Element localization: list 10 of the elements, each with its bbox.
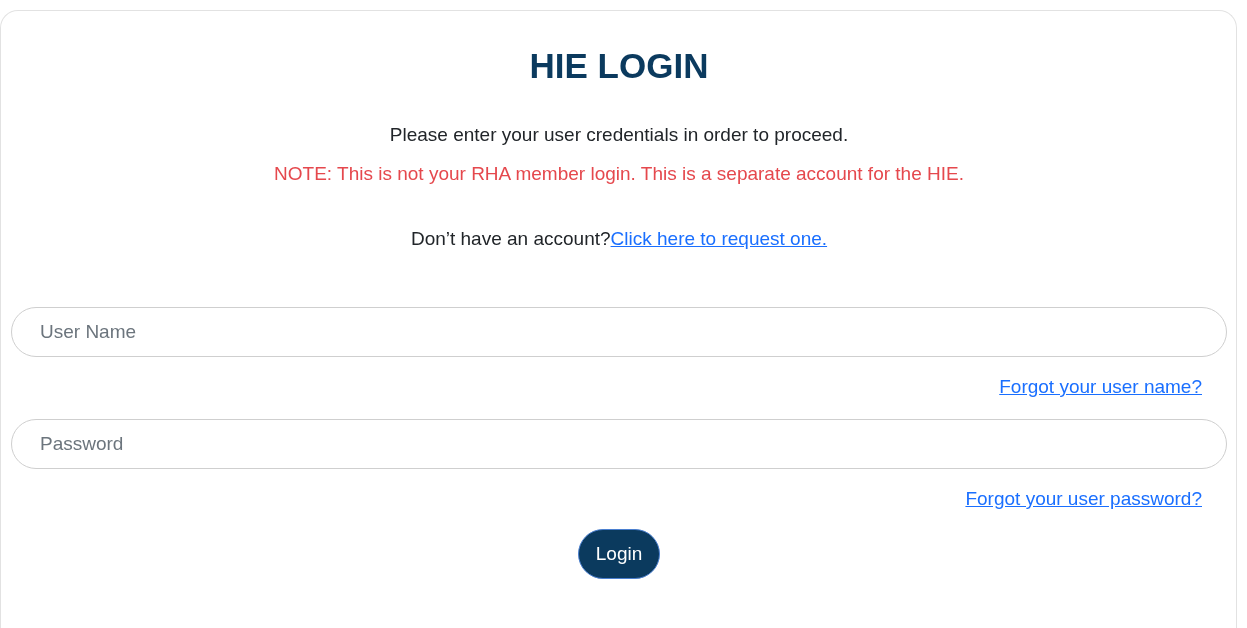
signup-prompt: Don’t have an account? — [410, 228, 611, 249]
forgot-link[interactable]: Forgot your user name? — [999, 376, 1202, 397]
forgot-link[interactable]: Forgot your user password? — [965, 488, 1202, 509]
input-field[interactable]: User Name — [11, 307, 1227, 357]
page-title: HIE LOGIN — [528, 45, 710, 87]
request-account-link[interactable]: Click here to request one. — [610, 228, 828, 249]
note-text: NOTE: This is not your RHA member login. This is a separate account for the HIE. — [273, 162, 965, 186]
input-field[interactable]: Password — [11, 419, 1227, 469]
login-button[interactable]: Login — [577, 529, 661, 579]
instructions-text: Please enter your user credentials in order to proceed. — [388, 123, 850, 147]
